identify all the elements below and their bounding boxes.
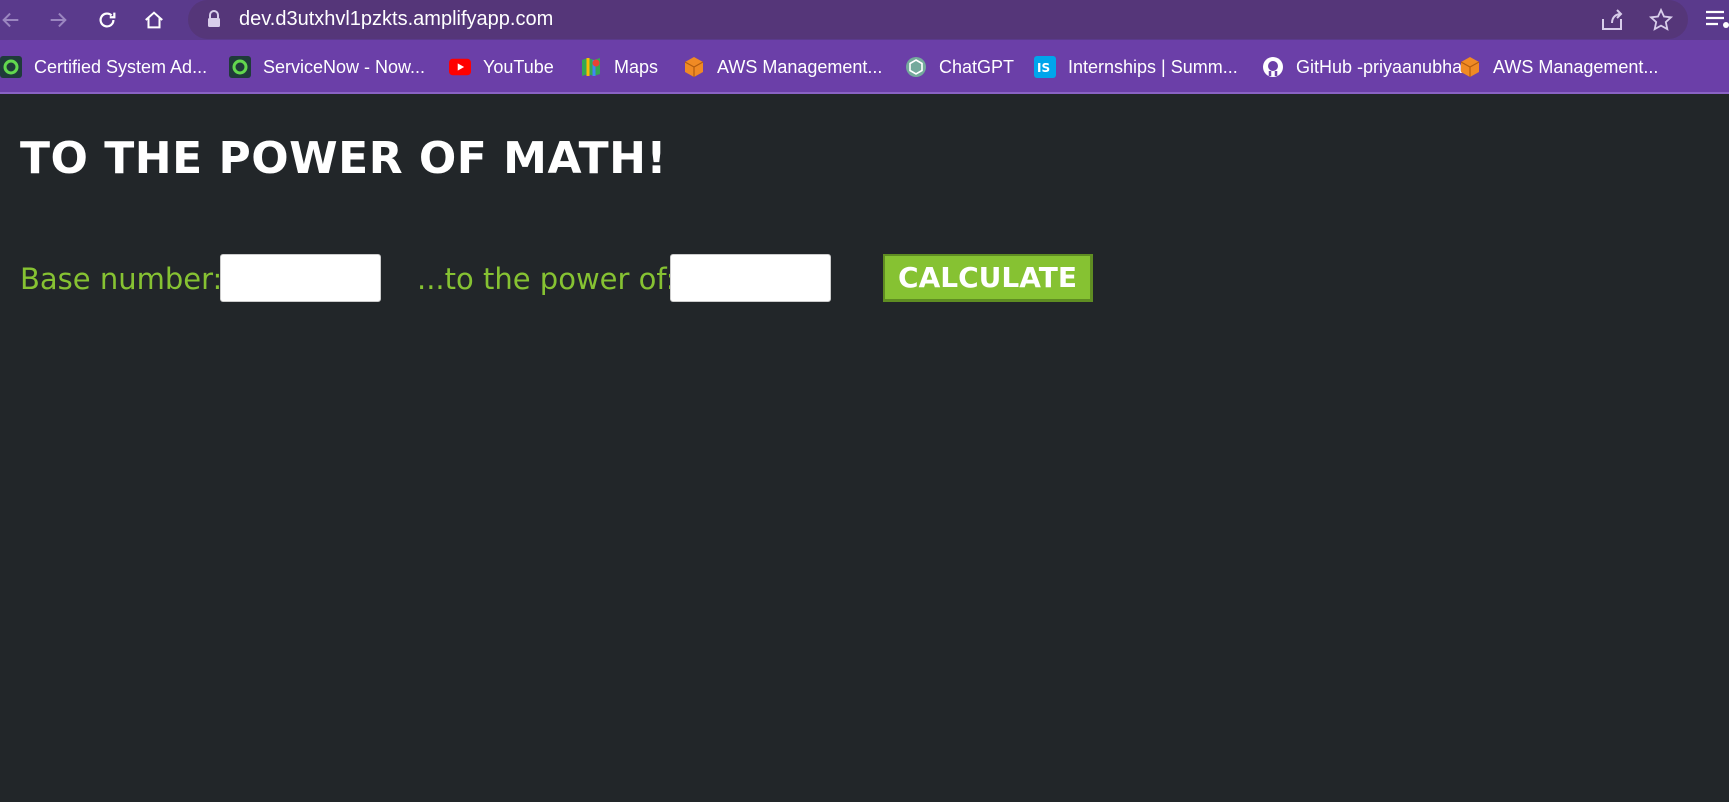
bookmark-label: ChatGPT [939, 56, 1015, 77]
bookmark-label: Certified System Ad... [34, 56, 208, 77]
servicenow-icon [0, 56, 22, 78]
reading-list-icon[interactable] [1704, 6, 1729, 32]
url-text: dev.d3utxhvl1pzkts.amplifyapp.com [239, 8, 554, 30]
bookmark-servicenow[interactable]: ServiceNow - Now... [229, 53, 425, 81]
chatgpt-icon [905, 56, 927, 78]
servicenow-icon [229, 56, 251, 78]
base-number-label: Base number: [20, 262, 223, 296]
bookmark-github[interactable]: GitHub -priyaanubha [1262, 53, 1462, 81]
github-icon [1262, 56, 1284, 78]
aws-icon [1459, 56, 1481, 78]
page-title: TO THE POWER OF MATH! [20, 133, 667, 184]
bookmark-label: Internships | Summ... [1068, 56, 1238, 77]
bookmark-maps[interactable]: Maps [580, 53, 658, 81]
bookmarks-bar: Certified System Ad... ServiceNow - Now.… [0, 40, 1729, 94]
aws-icon [683, 56, 705, 78]
youtube-icon [449, 56, 471, 78]
reload-button[interactable] [91, 4, 123, 36]
maps-icon [580, 56, 602, 78]
bookmark-label: GitHub -priyaanubha [1296, 56, 1463, 77]
bookmark-label: YouTube [483, 56, 554, 77]
bookmark-label: ServiceNow - Now... [263, 56, 426, 77]
share-icon[interactable] [1599, 7, 1625, 33]
back-arrow-icon [2, 12, 19, 28]
bookmark-youtube[interactable]: YouTube [449, 53, 554, 81]
bookmark-star-icon[interactable] [1648, 7, 1674, 33]
calculate-button[interactable]: CALCULATE [883, 254, 1093, 302]
browser-toolbar: dev.d3utxhvl1pzkts.amplifyapp.com [0, 0, 1729, 40]
bookmark-internships[interactable]: IS Internships | Summ... [1034, 53, 1238, 81]
bookmark-aws-management-2[interactable]: AWS Management... [1459, 53, 1658, 81]
bookmark-label: AWS Management... [717, 56, 883, 77]
bookmark-label: AWS Management... [1493, 56, 1659, 77]
address-bar[interactable]: dev.d3utxhvl1pzkts.amplifyapp.com [188, 0, 1688, 39]
bookmark-certified-system-admin[interactable]: Certified System Ad... [0, 53, 207, 81]
home-icon [145, 11, 163, 29]
home-button[interactable] [138, 4, 170, 36]
back-button[interactable] [0, 4, 27, 36]
lock-icon [208, 10, 220, 27]
bookmark-label: Maps [614, 56, 659, 77]
reload-icon [99, 12, 116, 28]
exponent-input[interactable] [670, 254, 831, 302]
forward-arrow-icon [50, 12, 67, 28]
power-label: ...to the power of: [417, 262, 676, 296]
internshala-icon: IS [1034, 56, 1056, 78]
base-number-input[interactable] [220, 254, 381, 302]
svg-text:IS: IS [1037, 61, 1050, 75]
bookmark-chatgpt[interactable]: ChatGPT [905, 53, 1014, 81]
forward-button[interactable] [42, 4, 74, 36]
bookmark-aws-management-1[interactable]: AWS Management... [683, 53, 882, 81]
